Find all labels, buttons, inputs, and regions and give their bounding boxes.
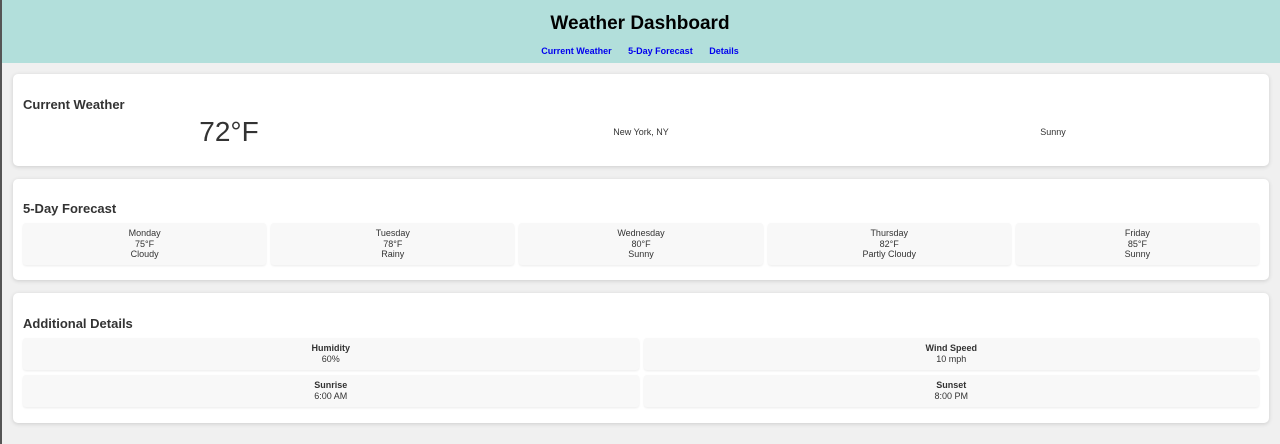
nav-link-details[interactable]: Details [709,46,739,56]
current-weather-card: Current Weather 72°F New York, NY Sunny [13,74,1269,166]
detail-label: Sunrise [314,380,348,390]
current-weather-row: 72°F New York, NY Sunny [23,114,1259,150]
detail-value: 6:00 AM [314,390,348,401]
forecast-day: Thursday 82°F Partly Cloudy [767,223,1011,265]
page-title: Weather Dashboard [550,13,730,34]
forecast-day-temp: 82°F [879,238,899,249]
detail-label: Wind Speed [925,343,977,353]
forecast-day-name: Thursday [870,228,908,238]
forecast-day-condition: Partly Cloudy [862,249,916,259]
forecast-day-temp: 80°F [631,238,651,249]
details-grid: Humidity 60% Wind Speed 10 mph Sunrise 6… [23,338,1259,407]
forecast-day-name: Friday [1124,228,1150,238]
detail-wind-speed: Wind Speed 10 mph [643,338,1259,370]
current-temperature: 72°F [199,116,259,147]
forecast-day-condition: Rainy [381,249,405,259]
detail-value: 8:00 PM [934,390,969,401]
forecast-day: Monday 75°F Cloudy [23,223,267,265]
nav-link-current-weather[interactable]: Current Weather [541,46,611,56]
forecast-heading: 5-Day Forecast [23,201,117,216]
forecast-list: Monday 75°F Cloudy Tuesday 78°F Rainy We… [23,223,1260,265]
current-location: New York, NY [613,127,669,137]
details-heading: Additional Details [23,316,133,331]
detail-label: Sunset [936,380,967,390]
detail-sunrise: Sunrise 6:00 AM [23,375,639,407]
forecast-day-name: Wednesday [617,228,665,238]
forecast-day-condition: Sunny [628,249,654,259]
forecast-day-name: Monday [128,228,161,238]
detail-value: 60% [321,353,340,364]
forecast-day: Friday 85°F Sunny [1015,223,1260,265]
forecast-day-temp: 85°F [1127,238,1147,249]
main-nav: Current Weather 5-Day Forecast Details [0,46,1280,56]
nav-link-5-day-forecast[interactable]: 5-Day Forecast [628,46,693,56]
forecast-day-temp: 78°F [383,238,403,249]
detail-humidity: Humidity 60% [23,338,639,370]
detail-value: 10 mph [936,353,967,364]
details-card: Additional Details Humidity 60% Wind Spe… [13,293,1269,423]
forecast-day: Tuesday 78°F Rainy [271,223,515,265]
current-weather-heading: Current Weather [23,97,125,112]
detail-label: Humidity [311,343,350,353]
page-header: Weather Dashboard Current Weather 5-Day … [0,0,1280,63]
forecast-day-condition: Cloudy [130,249,159,259]
window-edge [0,0,2,444]
forecast-card: 5-Day Forecast Monday 75°F Cloudy Tuesda… [13,179,1269,280]
forecast-day: Wednesday 80°F Sunny [519,223,763,265]
current-condition: Sunny [1040,127,1066,137]
forecast-day-name: Tuesday [375,228,410,238]
forecast-day-condition: Sunny [1124,249,1151,259]
forecast-day-temp: 75°F [135,238,155,249]
detail-sunset: Sunset 8:00 PM [643,375,1259,407]
